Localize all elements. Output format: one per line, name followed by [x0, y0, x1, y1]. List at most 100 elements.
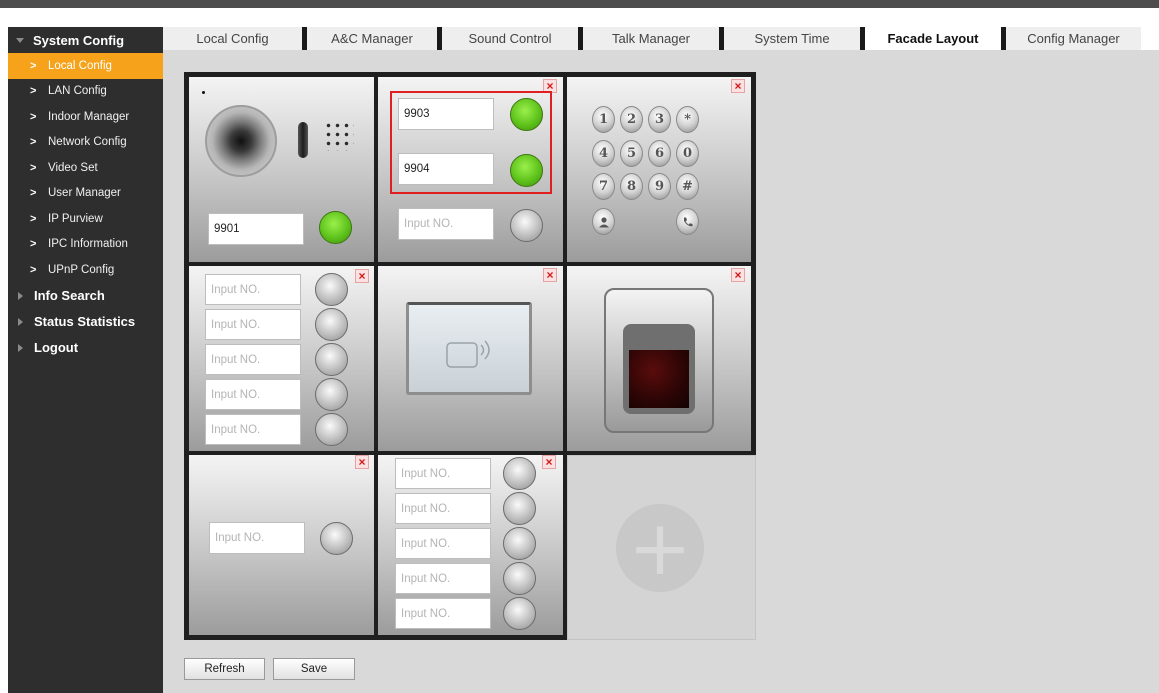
- sidebar-item-label: Local Config: [48, 59, 112, 72]
- keypad-key-9[interactable]: 9: [648, 173, 671, 200]
- rfid-card-icon: [446, 340, 490, 368]
- call-button[interactable]: [315, 378, 348, 411]
- keypad-key-0[interactable]: 0: [676, 140, 699, 167]
- tab-system-time[interactable]: System Time: [719, 27, 860, 50]
- keypad-key-2[interactable]: 2: [620, 106, 643, 133]
- chevron-right-icon: >: [30, 161, 37, 174]
- tab-talk-manager[interactable]: Talk Manager: [578, 27, 719, 50]
- button-module-5-right[interactable]: ×: [378, 455, 563, 635]
- delete-module-icon[interactable]: ×: [543, 79, 557, 93]
- room-number-input[interactable]: [205, 414, 301, 445]
- room-number-input[interactable]: [395, 563, 491, 594]
- call-button[interactable]: [510, 209, 543, 242]
- keypad-module[interactable]: × 1 2 3 * 4 5 6 0 7 8 9 #: [567, 77, 751, 262]
- keypad-key-7[interactable]: 7: [592, 173, 615, 200]
- keypad-key-hash[interactable]: #: [676, 173, 699, 200]
- room-number-input[interactable]: [395, 458, 491, 489]
- tab-facade-layout[interactable]: Facade Layout: [860, 27, 1001, 50]
- speaker-grill-icon: [324, 121, 354, 151]
- user-key-icon[interactable]: [592, 208, 615, 235]
- keypad-key-3[interactable]: 3: [648, 106, 671, 133]
- fingerprint-housing: [604, 288, 714, 433]
- room-number-input[interactable]: [205, 274, 301, 305]
- call-button[interactable]: [503, 562, 536, 595]
- sidebar-item-indoor-manager[interactable]: > Indoor Manager: [8, 104, 163, 130]
- room-number-input[interactable]: [205, 309, 301, 340]
- call-button[interactable]: [315, 343, 348, 376]
- sidebar-section-status-statistics[interactable]: Status Statistics: [8, 309, 163, 335]
- save-button[interactable]: Save: [273, 658, 355, 680]
- expand-arrow-icon: [16, 37, 24, 43]
- sidebar-section-system-config[interactable]: System Config: [8, 27, 163, 53]
- sidebar-item-lan-config[interactable]: > LAN Config: [8, 79, 163, 105]
- sidebar-item-network-config[interactable]: > Network Config: [8, 130, 163, 156]
- sidebar-item-label: Network Config: [48, 136, 127, 149]
- call-button[interactable]: [510, 98, 543, 131]
- delete-module-icon[interactable]: ×: [355, 269, 369, 283]
- call-button[interactable]: [503, 457, 536, 490]
- delete-module-icon[interactable]: ×: [355, 455, 369, 469]
- delete-module-icon[interactable]: ×: [542, 455, 556, 469]
- call-button[interactable]: [315, 273, 348, 306]
- refresh-button[interactable]: Refresh: [184, 658, 265, 680]
- camera-module[interactable]: [189, 77, 374, 262]
- sidebar-item-video-set[interactable]: > Video Set: [8, 155, 163, 181]
- top-bar: [0, 0, 1159, 8]
- sidebar-item-local-config[interactable]: > Local Config: [8, 53, 163, 79]
- button-module-5-left[interactable]: ×: [189, 266, 374, 451]
- room-number-input[interactable]: [398, 98, 494, 130]
- call-button[interactable]: [319, 211, 352, 244]
- room-number-input[interactable]: [208, 213, 304, 245]
- single-button-module[interactable]: ×: [189, 455, 374, 635]
- call-button[interactable]: [320, 522, 353, 555]
- facade-grid: × × 1 2 3 * 4 5 6 0 7 8 9 # ×: [184, 72, 756, 640]
- room-number-input[interactable]: [209, 522, 305, 554]
- room-number-input[interactable]: [205, 379, 301, 410]
- call-button[interactable]: [315, 413, 348, 446]
- room-number-input[interactable]: [398, 208, 494, 240]
- keypad-key-6[interactable]: 6: [648, 140, 671, 167]
- sidebar-section-info-search[interactable]: Info Search: [8, 283, 163, 309]
- call-button[interactable]: [503, 492, 536, 525]
- keypad-key-5[interactable]: 5: [620, 140, 643, 167]
- delete-module-icon[interactable]: ×: [731, 79, 745, 93]
- delete-module-icon[interactable]: ×: [731, 268, 745, 282]
- card-reader-module[interactable]: ×: [378, 266, 563, 451]
- call-button[interactable]: [510, 154, 543, 187]
- sidebar-item-label: IPC Information: [48, 238, 128, 251]
- keypad-key-1[interactable]: 1: [592, 106, 615, 133]
- fingerprint-module[interactable]: ×: [567, 266, 751, 451]
- keypad-key-star[interactable]: *: [676, 106, 699, 133]
- sidebar-item-label: IP Purview: [48, 212, 103, 225]
- delete-module-icon[interactable]: ×: [543, 268, 557, 282]
- call-key-icon[interactable]: [676, 208, 699, 235]
- button-module-3[interactable]: ×: [378, 77, 563, 262]
- keypad-key-8[interactable]: 8: [620, 173, 643, 200]
- room-number-input[interactable]: [395, 598, 491, 629]
- room-number-input[interactable]: [205, 344, 301, 375]
- light-sensor-icon: [298, 122, 308, 158]
- tab-local-config[interactable]: Local Config: [163, 27, 302, 50]
- room-number-input[interactable]: [395, 528, 491, 559]
- keypad-key-4[interactable]: 4: [592, 140, 615, 167]
- sidebar-item-label: LAN Config: [48, 85, 107, 98]
- add-module-slot[interactable]: +: [567, 455, 756, 640]
- add-module-icon[interactable]: +: [616, 504, 704, 592]
- room-number-input[interactable]: [398, 153, 494, 185]
- tab-config-manager[interactable]: Config Manager: [1001, 27, 1141, 50]
- sidebar-section-logout[interactable]: Logout: [8, 335, 163, 361]
- sidebar-item-ipc-information[interactable]: > IPC Information: [8, 232, 163, 258]
- chevron-right-icon: >: [30, 59, 37, 72]
- call-button[interactable]: [503, 527, 536, 560]
- tab-sound-control[interactable]: Sound Control: [437, 27, 578, 50]
- chevron-right-icon: >: [30, 110, 37, 123]
- sidebar-item-ip-purview[interactable]: > IP Purview: [8, 206, 163, 232]
- sidebar-item-user-manager[interactable]: > User Manager: [8, 181, 163, 207]
- tab-ac-manager[interactable]: A&C Manager: [302, 27, 437, 50]
- sidebar-item-label: UPnP Config: [48, 263, 115, 276]
- call-button[interactable]: [315, 308, 348, 341]
- room-number-input[interactable]: [395, 493, 491, 524]
- call-button[interactable]: [503, 597, 536, 630]
- fingerprint-frame: [623, 324, 695, 414]
- sidebar-item-upnp-config[interactable]: > UPnP Config: [8, 257, 163, 283]
